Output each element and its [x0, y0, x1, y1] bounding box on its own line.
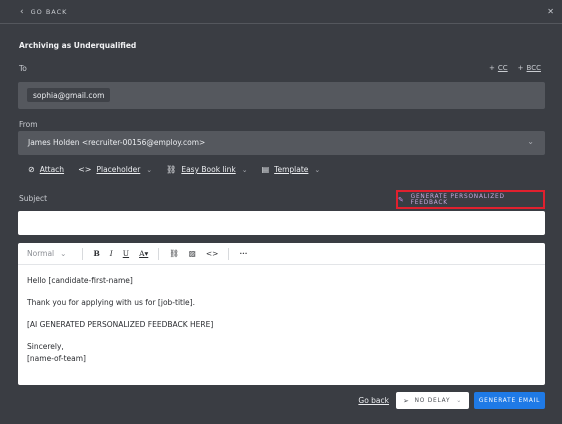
delay-dropdown[interactable]: ➢ NO DELAY ⌄ — [396, 392, 469, 409]
code-icon[interactable]: <> — [206, 249, 219, 258]
go-back-button[interactable]: Go back — [358, 396, 389, 405]
editor-content[interactable]: Hello [candidate-first-name] Thank you f… — [18, 265, 545, 385]
recipient-chip[interactable]: sophia@gmail.com — [27, 88, 111, 102]
body-line: Hello [candidate-first-name] — [27, 276, 133, 285]
email-body-editor[interactable]: Normal ⌄ B I U A▾ ⛓ ▨ <> ··· Hello [cand… — [18, 243, 545, 385]
go-back-link[interactable]: ‹ GO BACK — [20, 7, 67, 17]
subject-label: Subject — [19, 194, 48, 203]
ai-sparkle-icon: ✎ — [398, 195, 405, 204]
to-label: To — [19, 64, 27, 73]
editor-toolbar: Normal ⌄ B I U A▾ ⛓ ▨ <> ··· — [18, 243, 545, 265]
generate-email-button[interactable]: GENERATE EMAIL — [474, 392, 545, 409]
easy-book-link-dropdown[interactable]: ⛓ Easy Book link ⌄ — [166, 165, 247, 174]
more-options-icon[interactable]: ··· — [239, 249, 247, 258]
page-title: Archiving as Underqualified — [19, 41, 137, 50]
from-select[interactable]: James Holden <recruiter-00156@employ.com… — [18, 131, 545, 155]
send-icon: ➢ — [402, 396, 410, 405]
body-line: [name-of-team] — [27, 354, 86, 363]
link-icon: ⛓ — [166, 165, 177, 174]
add-cc-link[interactable]: + CC — [489, 64, 508, 72]
template-icon: ▤ — [261, 165, 270, 174]
subject-input[interactable] — [18, 211, 545, 235]
compose-toolbar: ⊘ Attach <> Placeholder ⌄ ⛓ Easy Book li… — [28, 165, 334, 174]
chevron-down-icon: ⌄ — [527, 137, 534, 146]
template-dropdown[interactable]: ▤ Template ⌄ — [262, 165, 321, 174]
body-line: Sincerely, — [27, 342, 64, 351]
close-icon[interactable]: ✕ — [547, 7, 554, 16]
chevron-down-icon: ⌄ — [314, 165, 321, 174]
go-back-label: GO BACK — [30, 7, 68, 16]
body-line: [AI GENERATED PERSONALIZED FEEDBACK HERE… — [27, 320, 214, 329]
chevron-down-icon: ⌄ — [456, 397, 463, 404]
to-field[interactable]: sophia@gmail.com — [18, 82, 545, 109]
link-icon[interactable]: ⛓ — [169, 249, 179, 258]
chevron-left-icon: ‹ — [20, 6, 25, 17]
divider — [228, 247, 230, 260]
placeholder-dropdown[interactable]: <> Placeholder ⌄ — [78, 165, 152, 174]
chevron-down-icon: ⌄ — [146, 165, 153, 174]
from-value: James Holden <recruiter-00156@employ.com… — [28, 138, 206, 147]
divider — [158, 247, 160, 260]
footer-actions: Go back ➢ NO DELAY ⌄ GENERATE EMAIL — [358, 392, 545, 409]
text-color-icon[interactable]: A▾ — [139, 249, 148, 258]
body-line: Thank you for applying with us for [job-… — [27, 298, 195, 307]
add-bcc-link[interactable]: + BCC — [518, 64, 541, 72]
underline-icon[interactable]: U — [123, 249, 129, 258]
paperclip-icon: ⊘ — [28, 165, 35, 174]
chevron-down-icon: ⌄ — [241, 165, 248, 174]
cc-bcc-links: + CC + BCC — [489, 64, 541, 72]
generate-personalized-feedback-button[interactable]: ✎ GENERATE PERSONALIZED FEEDBACK — [396, 190, 545, 209]
text-style-select[interactable]: Normal ⌄ — [27, 249, 66, 258]
chevron-down-icon: ⌄ — [60, 249, 67, 258]
from-label: From — [19, 120, 38, 129]
attach-button[interactable]: ⊘ Attach — [28, 165, 64, 174]
bold-icon[interactable]: B — [93, 249, 99, 258]
image-icon[interactable]: ▨ — [189, 249, 196, 258]
italic-icon[interactable]: I — [110, 249, 113, 258]
code-icon: <> — [78, 165, 92, 174]
divider — [82, 247, 84, 260]
top-bar: ‹ GO BACK ✕ — [0, 0, 562, 24]
